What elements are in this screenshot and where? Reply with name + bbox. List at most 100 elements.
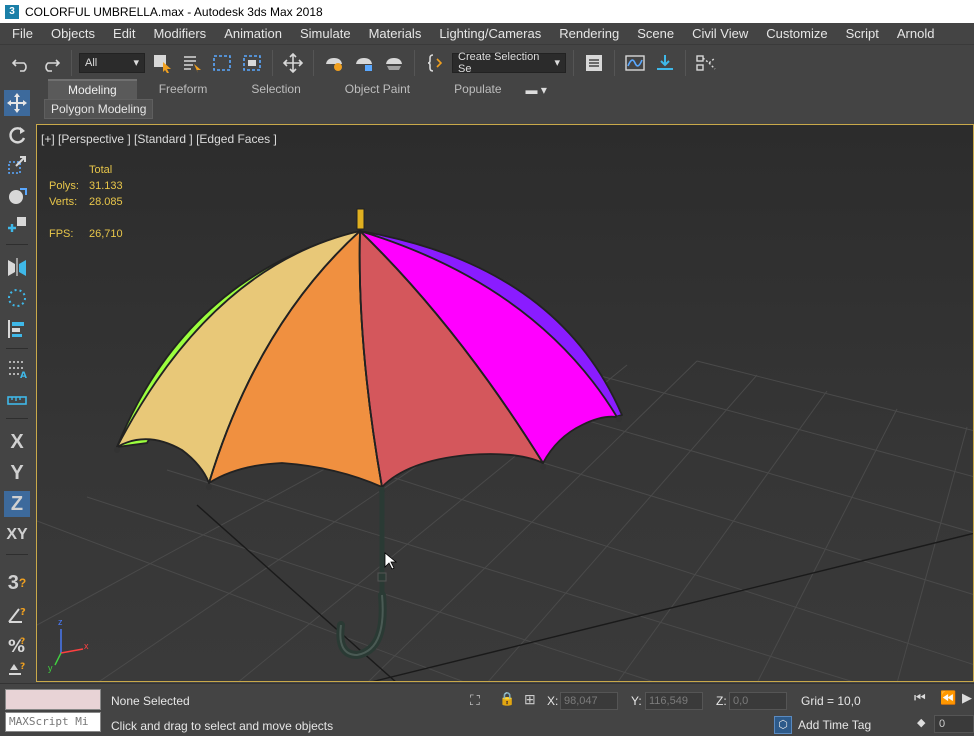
measure-icon[interactable]: [4, 387, 30, 413]
x-coord-field[interactable]: 98,047: [560, 692, 618, 710]
toolbar-divider: [313, 49, 314, 76]
render-setup-icon[interactable]: [321, 50, 347, 76]
menu-bar: File Objects Edit Modifiers Animation Si…: [0, 23, 974, 44]
rotate-tool-icon[interactable]: [4, 122, 30, 148]
stats-overlay: Total Polys: 31.133 Verts: 28.085 FPS: 26,7…: [49, 164, 123, 244]
y-coord-field[interactable]: 116,549: [645, 692, 703, 710]
named-selection-dropdown[interactable]: Create Selection Se ▾: [452, 51, 566, 75]
absolute-mode-icon[interactable]: ⊞: [524, 691, 536, 708]
align-icon[interactable]: [4, 316, 30, 342]
rect-region-icon[interactable]: [209, 50, 235, 76]
redo-icon[interactable]: [38, 50, 64, 76]
create-tool-icon[interactable]: [4, 213, 30, 239]
tab-modeling[interactable]: Modeling: [48, 79, 137, 100]
scale-tool-icon[interactable]: [4, 152, 30, 178]
array-icon[interactable]: [4, 285, 30, 311]
tab-object-paint[interactable]: Object Paint: [323, 80, 432, 99]
x-coord-label: X:: [547, 694, 559, 708]
menu-arnold[interactable]: Arnold: [888, 23, 944, 44]
menu-simulate[interactable]: Simulate: [291, 23, 360, 44]
move-icon[interactable]: [280, 50, 306, 76]
grid-axis-line: [372, 532, 973, 681]
maxscript-listener-output[interactable]: [5, 689, 101, 710]
strip-divider: [6, 554, 28, 555]
place-tool-icon[interactable]: [4, 183, 30, 209]
menu-file[interactable]: File: [0, 23, 42, 44]
current-frame-field[interactable]: 0: [934, 715, 974, 733]
snap-toggle-label: 3: [7, 571, 19, 594]
menu-customize[interactable]: Customize: [757, 23, 836, 44]
z-coord-field[interactable]: 0,0: [729, 692, 787, 710]
curve-editor-icon[interactable]: [622, 50, 648, 76]
viewport-label[interactable]: [+] [Perspective ] [Standard ] [Edged Fa…: [41, 132, 277, 146]
z-coord-label: Z:: [716, 694, 727, 708]
snaps-grid-icon[interactable]: A: [4, 356, 30, 382]
menu-rendering[interactable]: Rendering: [550, 23, 628, 44]
axis-xy-button[interactable]: XY: [4, 522, 30, 548]
previous-frame-icon[interactable]: ⏪: [940, 690, 956, 706]
schematic-icon[interactable]: [693, 50, 719, 76]
percent-snap-icon[interactable]: %?: [4, 632, 30, 658]
axis-x-button[interactable]: X: [4, 429, 30, 455]
select-by-name-icon[interactable]: [179, 50, 205, 76]
menu-materials[interactable]: Materials: [360, 23, 431, 44]
prompt-line: Click and drag to select and move object…: [111, 719, 334, 733]
ribbon-options-icon[interactable]: ▬ ▾: [526, 83, 547, 97]
polygon-modeling-panel[interactable]: Polygon Modeling: [44, 99, 154, 119]
menu-animation[interactable]: Animation: [215, 23, 291, 44]
tab-freeform[interactable]: Freeform: [137, 80, 230, 99]
menu-civil-view[interactable]: Civil View: [683, 23, 757, 44]
maxscript-mini-listener[interactable]: MAXScript Mi: [5, 712, 101, 732]
toolbar-divider: [685, 49, 686, 76]
menu-scene[interactable]: Scene: [628, 23, 683, 44]
selection-filter-dropdown[interactable]: All ▾: [79, 52, 145, 73]
gizmo-z-label: z: [58, 617, 63, 627]
frame-spinner-icon[interactable]: ◆: [917, 716, 925, 729]
fps-label: FPS:: [49, 228, 74, 240]
strip-divider: [6, 244, 28, 245]
angle-snap-icon[interactable]: ?: [4, 601, 30, 627]
fps-value: 26,710: [89, 228, 123, 240]
chevron-down-icon: ▾: [554, 57, 560, 69]
left-command-strip: A X Y Z XY 3? ? %? ?: [0, 84, 34, 684]
move-tool-icon[interactable]: [4, 90, 30, 116]
spinner-snap-icon[interactable]: ?: [4, 660, 30, 678]
menu-lighting-cameras[interactable]: Lighting/Cameras: [430, 23, 550, 44]
menu-objects[interactable]: Objects: [42, 23, 104, 44]
menu-modifiers[interactable]: Modifiers: [144, 23, 215, 44]
menu-edit[interactable]: Edit: [104, 23, 144, 44]
tab-selection[interactable]: Selection: [229, 80, 322, 99]
selection-filter-value: All: [85, 56, 98, 69]
menu-script[interactable]: Script: [837, 23, 888, 44]
gizmo-x-label: x: [84, 641, 89, 651]
verts-label: Verts:: [49, 196, 78, 208]
isolate-selection-icon[interactable]: ⛶: [470, 692, 480, 709]
axis-y-button[interactable]: Y: [4, 460, 30, 486]
perspective-viewport[interactable]: [+] [Perspective ] [Standard ] [Edged Fa…: [36, 124, 974, 682]
snap-toggle-button[interactable]: 3?: [4, 570, 30, 596]
axis-z-button[interactable]: Z: [4, 491, 30, 517]
curly-brace-icon[interactable]: [422, 50, 448, 76]
play-icon[interactable]: ▶: [962, 690, 972, 706]
render-icon[interactable]: [381, 50, 407, 76]
grid-size: Grid = 10,0: [801, 694, 861, 708]
viewport-scene[interactable]: [37, 125, 974, 682]
gizmo-y-label: y: [48, 663, 53, 673]
app-logo-icon: 3: [5, 4, 19, 19]
verts-value: 28.085: [89, 196, 123, 208]
time-tag-icon: ⬡: [774, 716, 792, 734]
mirror-icon[interactable]: [4, 254, 30, 280]
go-to-start-icon[interactable]: ⏮: [914, 690, 926, 706]
svg-text:?: ?: [20, 607, 26, 618]
layer-explorer-icon[interactable]: [581, 50, 607, 76]
magnet-icon: ?: [18, 576, 27, 590]
import-icon[interactable]: [652, 50, 678, 76]
window-crossing-icon[interactable]: [239, 50, 265, 76]
render-frame-icon[interactable]: [351, 50, 377, 76]
select-object-icon[interactable]: [149, 50, 175, 76]
tab-populate[interactable]: Populate: [432, 80, 523, 99]
undo-icon[interactable]: [8, 50, 34, 76]
polys-value: 31.133: [89, 180, 123, 192]
lock-selection-icon[interactable]: 🔒: [499, 691, 515, 707]
add-time-tag[interactable]: ⬡ Add Time Tag: [774, 715, 871, 735]
